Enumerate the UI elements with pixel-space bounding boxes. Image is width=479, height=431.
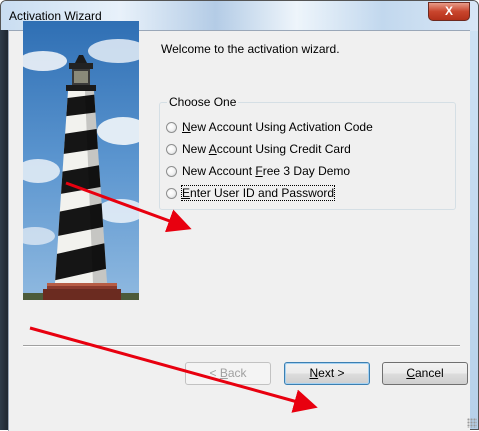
resize-grip-icon[interactable]	[467, 418, 477, 428]
choose-one-group: Choose One New Account Using Activation …	[159, 95, 456, 210]
option-free-demo[interactable]: New Account Free 3 Day Demo	[166, 163, 350, 179]
close-button[interactable]: X	[428, 2, 470, 21]
radio-icon[interactable]	[166, 143, 177, 155]
option-credit-card[interactable]: New Account Using Credit Card	[166, 141, 351, 157]
cancel-button[interactable]: Cancel	[382, 362, 468, 385]
option-label: New Account Free 3 Day Demo	[182, 164, 351, 178]
radio-icon[interactable]	[166, 165, 177, 177]
next-button[interactable]: Next >	[284, 362, 370, 385]
radio-icon[interactable]	[166, 187, 177, 199]
option-label: New Account Using Activation Code	[182, 120, 373, 134]
option-label: New Account Using Credit Card	[182, 142, 351, 156]
group-label: Choose One	[167, 95, 239, 109]
welcome-text: Welcome to the activation wizard.	[161, 42, 340, 56]
radio-icon[interactable]	[166, 121, 177, 133]
option-label: Enter User ID and Password	[180, 185, 336, 201]
background-edge	[0, 30, 8, 430]
option-user-id-password[interactable]: Enter User ID and Password	[166, 185, 336, 201]
button-separator	[23, 345, 460, 347]
option-activation-code[interactable]: New Account Using Activation Code	[166, 119, 373, 135]
close-icon: X	[444, 4, 453, 18]
lighthouse-image	[23, 21, 139, 300]
back-button[interactable]: < Back	[185, 362, 271, 385]
